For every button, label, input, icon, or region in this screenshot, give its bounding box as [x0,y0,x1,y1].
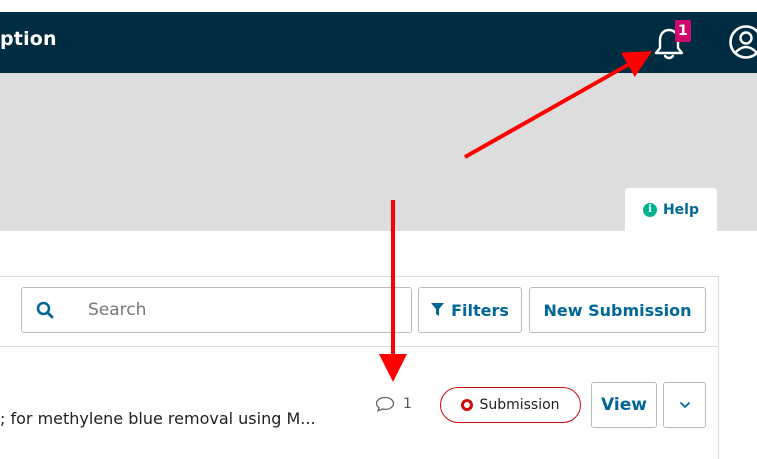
filter-icon [431,303,445,316]
view-button[interactable]: View [591,382,657,428]
filters-label: Filters [451,300,509,320]
expand-button[interactable] [663,382,706,428]
help-tab[interactable]: i Help [625,188,717,232]
stage-label: Submission [479,397,560,413]
filters-button[interactable]: Filters [418,287,522,333]
comment-icon [375,396,395,412]
search-input[interactable] [68,287,412,333]
app-title: ption [0,28,57,50]
info-icon: i [642,203,657,217]
chevron-down-icon [679,402,690,408]
stage-badge: Submission [440,387,581,423]
notification-count-badge[interactable]: 1 [675,20,691,42]
submissions-panel: Filters New Submission [0,276,719,459]
search-icon [36,301,54,319]
submission-title[interactable]: ; for methylene blue removal using M... [0,409,316,428]
help-label: Help [662,202,700,218]
comment-count-value: 1 [403,396,412,412]
comment-count: 1 [375,396,412,412]
stage-ring-icon [461,399,474,411]
search-button[interactable] [21,287,69,333]
new-submission-button[interactable]: New Submission [529,287,706,333]
user-circle-icon[interactable] [728,24,757,60]
top-navigation-bar: ption [0,12,757,73]
submissions-toolbar: Filters New Submission [0,277,718,347]
